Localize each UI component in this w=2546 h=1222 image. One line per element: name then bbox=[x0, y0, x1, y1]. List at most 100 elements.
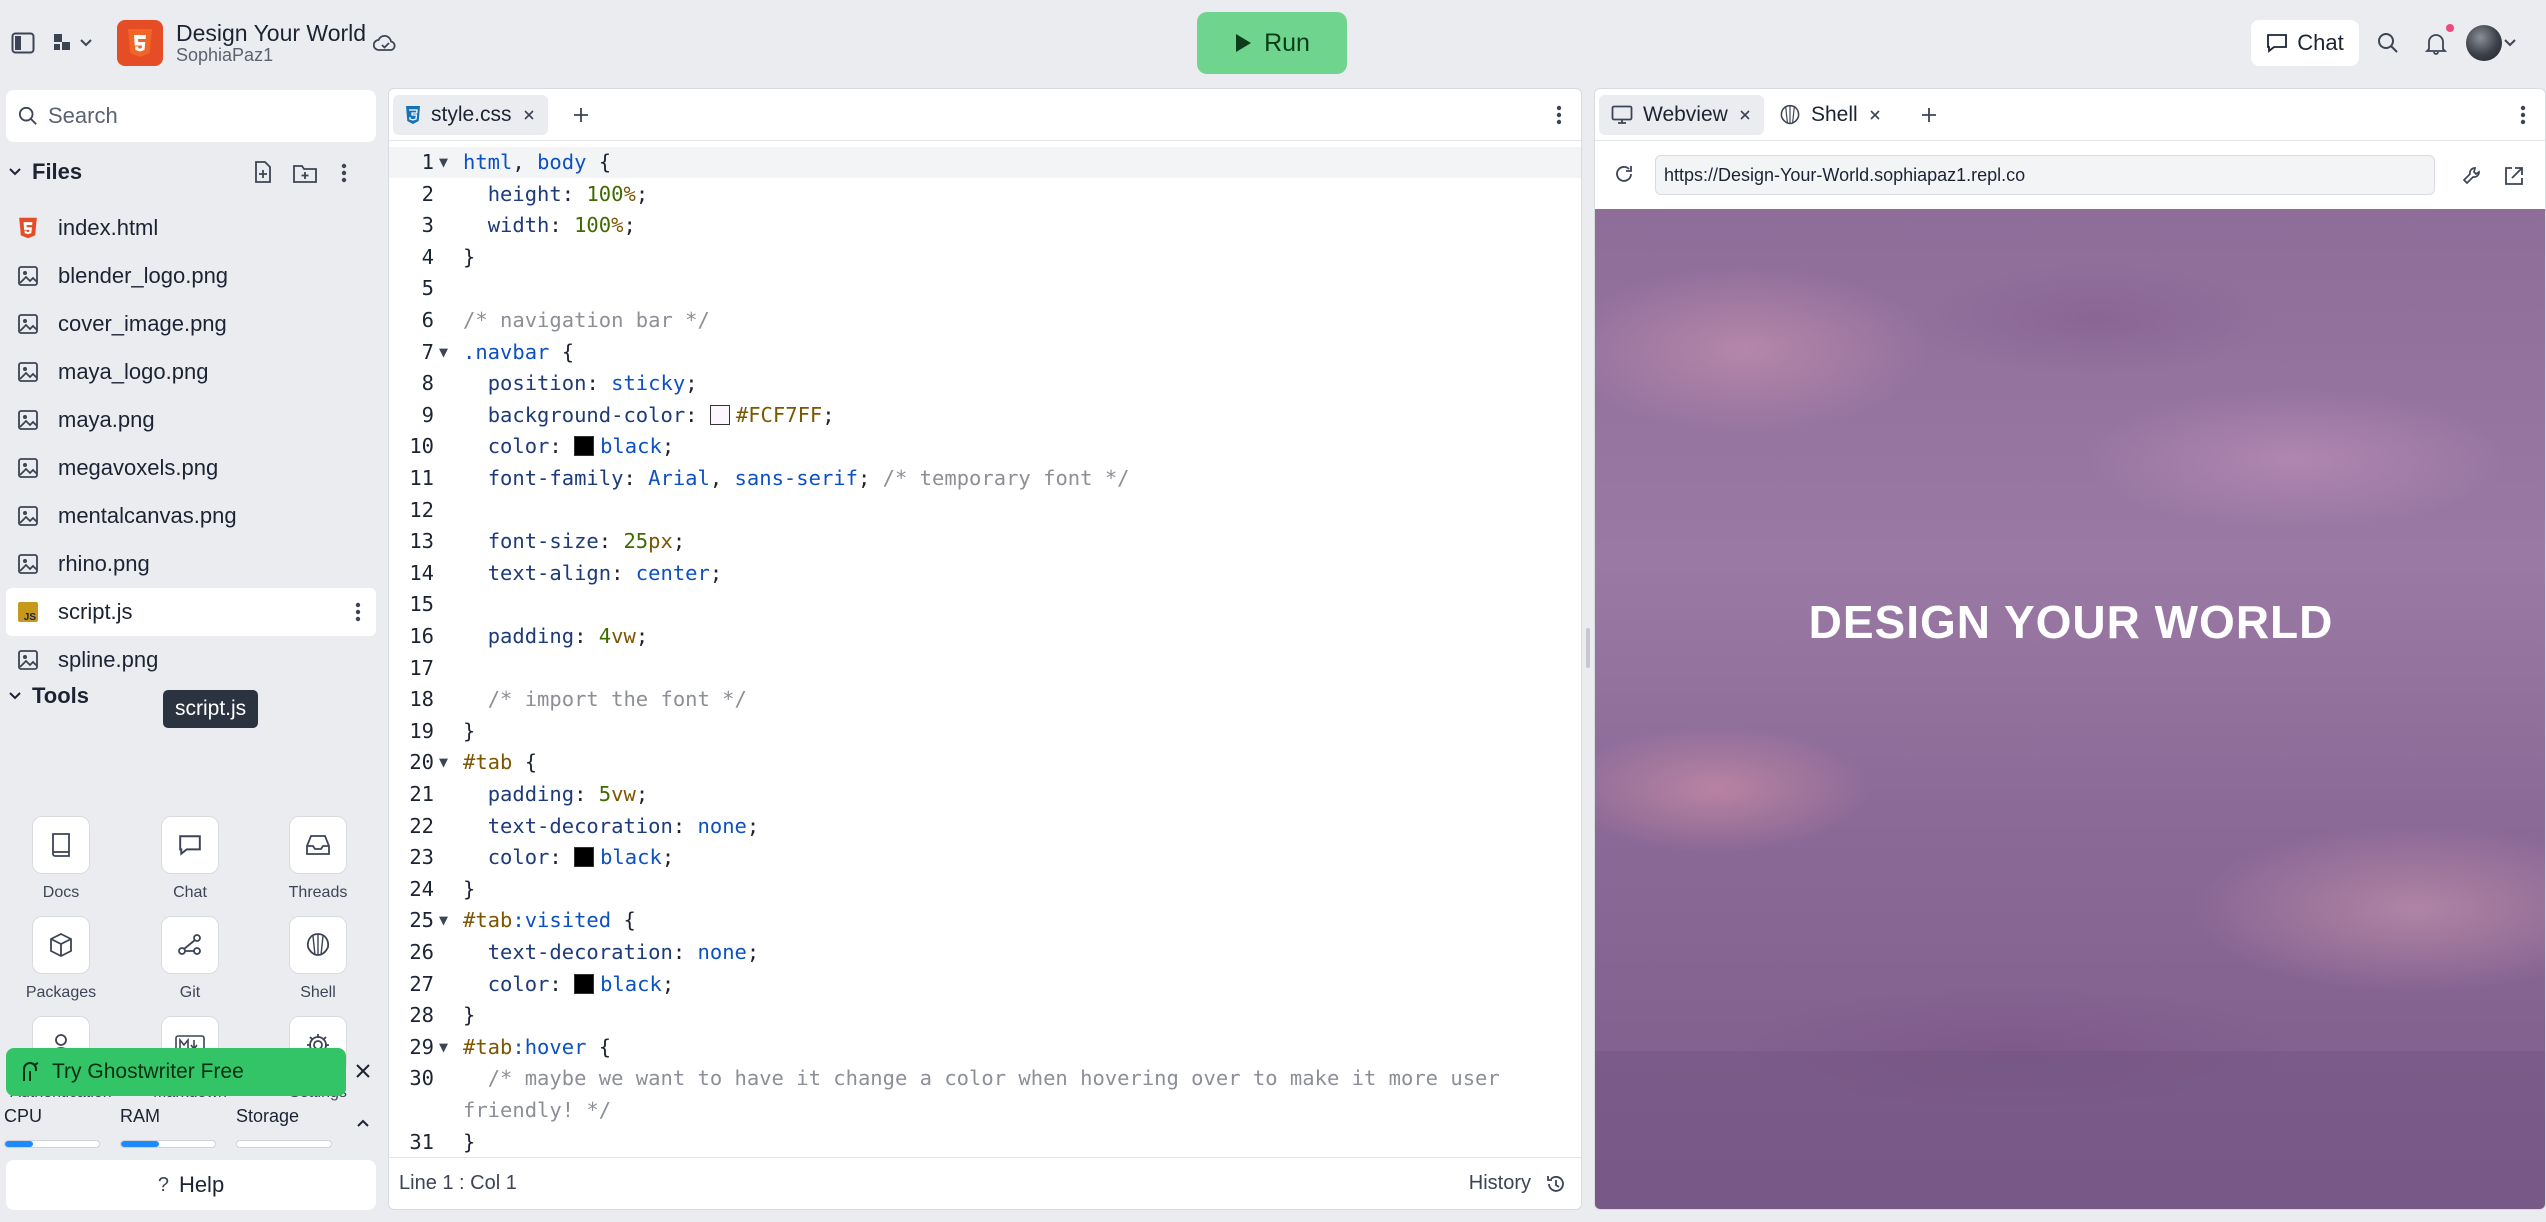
file-item-script-js[interactable]: JS script.js bbox=[6, 588, 376, 636]
code-area[interactable]: 1 ▼ html, body {2 height: 100%; 3 width: 10… bbox=[389, 147, 1581, 1154]
code-line[interactable]: friendly! */ bbox=[389, 1095, 1581, 1126]
code-line[interactable]: 2 height: 100%; bbox=[389, 179, 1581, 210]
close-icon[interactable] bbox=[522, 108, 536, 122]
tool-git[interactable]: Git bbox=[130, 916, 250, 1002]
code-line[interactable]: 11 font-family: Arial, sans-serif; /* te… bbox=[389, 463, 1581, 494]
help-button[interactable]: ? Help bbox=[6, 1160, 376, 1210]
code-line[interactable]: 30 /* maybe we want to have it change a … bbox=[389, 1063, 1581, 1094]
tool-packages[interactable]: Packages bbox=[1, 916, 121, 1002]
file-more-icon[interactable] bbox=[354, 601, 362, 623]
code-line[interactable]: 4} bbox=[389, 242, 1581, 273]
tools-section-header[interactable]: Tools bbox=[0, 676, 382, 716]
code-line[interactable]: 12 bbox=[389, 495, 1581, 526]
code-line[interactable]: 9 background-color: #FCF7FF; bbox=[389, 400, 1581, 431]
cursor-position[interactable]: Line 1 : Col 1 bbox=[399, 1172, 517, 1195]
tool-shell[interactable]: Shell bbox=[258, 916, 378, 1002]
tab-webview[interactable]: Webview bbox=[1599, 95, 1764, 135]
code-line[interactable]: 28} bbox=[389, 1000, 1581, 1031]
history-button[interactable]: History bbox=[1469, 1172, 1531, 1195]
new-file-icon[interactable] bbox=[252, 160, 274, 184]
webview-frame[interactable]: DESIGN YOUR WORLD bbox=[1595, 209, 2545, 1209]
fold-arrow-icon[interactable]: ▼ bbox=[439, 337, 448, 368]
workspace-menu-icon[interactable] bbox=[50, 28, 96, 58]
code-line[interactable]: 15 bbox=[389, 589, 1581, 620]
fold-arrow-icon[interactable]: ▼ bbox=[439, 1032, 448, 1063]
tab-shell[interactable]: Shell bbox=[1767, 95, 1894, 135]
code-line[interactable]: 7 ▼ .navbar { bbox=[389, 337, 1581, 368]
editor-more-icon[interactable] bbox=[1555, 104, 1563, 126]
file-item-index-html[interactable]: index.html bbox=[6, 204, 376, 252]
ram-usage-bar[interactable] bbox=[120, 1140, 216, 1148]
close-icon[interactable] bbox=[354, 1062, 372, 1080]
refresh-icon[interactable] bbox=[1613, 163, 1635, 185]
code-line[interactable]: 18 /* import the font */ bbox=[389, 684, 1581, 715]
code-line[interactable]: 14 text-align: center; bbox=[389, 558, 1581, 589]
file-item-mentalcanvas[interactable]: mentalcanvas.png bbox=[6, 492, 376, 540]
fold-arrow-icon[interactable]: ▼ bbox=[439, 905, 448, 936]
tool-docs[interactable]: Docs bbox=[1, 816, 121, 902]
file-item-maya[interactable]: maya.png bbox=[6, 396, 376, 444]
close-icon[interactable] bbox=[1738, 108, 1752, 122]
fold-arrow-icon[interactable]: ▼ bbox=[439, 147, 448, 178]
code-line[interactable]: 10 color: black; bbox=[389, 431, 1581, 462]
code-line[interactable]: 20 ▼ #tab { bbox=[389, 747, 1581, 778]
tool-threads[interactable]: Threads bbox=[258, 816, 378, 902]
cloud-sync-icon[interactable] bbox=[370, 28, 400, 58]
code-line[interactable]: 24} bbox=[389, 874, 1581, 905]
file-item-blender-logo[interactable]: blender_logo.png bbox=[6, 252, 376, 300]
tab-style-css[interactable]: style.css bbox=[393, 95, 548, 135]
files-more-icon[interactable] bbox=[340, 162, 348, 184]
code-line[interactable]: 31} bbox=[389, 1127, 1581, 1158]
new-tab-button[interactable] bbox=[559, 95, 603, 135]
wrench-icon[interactable] bbox=[2461, 165, 2483, 187]
code-line[interactable]: 6 /* navigation bar */ bbox=[389, 305, 1581, 336]
chevron-down-icon[interactable] bbox=[2500, 28, 2520, 58]
code-line[interactable]: 5 bbox=[389, 273, 1581, 304]
code-line[interactable]: 26 text-decoration: none; bbox=[389, 937, 1581, 968]
code-line[interactable]: 13 font-size: 25px; bbox=[389, 526, 1581, 557]
code-line[interactable]: 19} bbox=[389, 716, 1581, 747]
code-line[interactable]: 17 bbox=[389, 653, 1581, 684]
code-line[interactable]: 3 width: 100%; bbox=[389, 210, 1581, 241]
run-button[interactable]: Run bbox=[1197, 12, 1347, 74]
code-line[interactable]: 25 ▼ #tab:visited { bbox=[389, 905, 1581, 936]
sidebar-toggle-icon[interactable] bbox=[8, 28, 38, 58]
code-line[interactable]: 23 color: black; bbox=[389, 842, 1581, 873]
chevron-up-icon[interactable] bbox=[356, 1118, 370, 1128]
code-line[interactable]: 8 position: sticky; bbox=[389, 368, 1581, 399]
chat-button[interactable]: Chat bbox=[2251, 20, 2359, 66]
app-title[interactable]: Design Your World bbox=[176, 20, 366, 47]
new-tab-button[interactable] bbox=[1907, 95, 1951, 135]
code-line[interactable]: 1 ▼ html, body { bbox=[389, 147, 1581, 178]
file-item-maya-logo[interactable]: maya_logo.png bbox=[6, 348, 376, 396]
file-item-megavoxels[interactable]: megavoxels.png bbox=[6, 444, 376, 492]
open-new-window-icon[interactable] bbox=[2503, 165, 2525, 187]
files-section-header[interactable]: Files bbox=[0, 152, 382, 192]
file-item-cover-image[interactable]: cover_image.png bbox=[6, 300, 376, 348]
bell-icon[interactable] bbox=[2421, 28, 2451, 58]
fold-arrow-icon[interactable]: ▼ bbox=[439, 747, 448, 778]
color-swatch[interactable] bbox=[709, 404, 730, 425]
search-input[interactable]: Search bbox=[6, 90, 376, 142]
ghostwriter-button[interactable]: Try Ghostwriter Free bbox=[6, 1048, 346, 1096]
color-swatch[interactable] bbox=[574, 973, 595, 994]
file-item-rhino[interactable]: rhino.png bbox=[6, 540, 376, 588]
color-swatch[interactable] bbox=[574, 436, 595, 457]
close-icon[interactable] bbox=[1868, 108, 1882, 122]
preview-more-icon[interactable] bbox=[2519, 104, 2527, 126]
code-line[interactable]: 22 text-decoration: none; bbox=[389, 811, 1581, 842]
history-icon[interactable] bbox=[1545, 1173, 1567, 1195]
code-line[interactable]: 29 ▼ #tab:hover { bbox=[389, 1032, 1581, 1063]
pane-resize-handle[interactable] bbox=[1586, 628, 1590, 668]
cpu-usage-bar[interactable] bbox=[4, 1140, 100, 1148]
search-icon[interactable] bbox=[2373, 28, 2403, 58]
storage-usage-bar[interactable] bbox=[236, 1140, 332, 1148]
app-owner[interactable]: SophiaPaz1 bbox=[176, 45, 273, 66]
avatar[interactable] bbox=[2466, 25, 2502, 61]
code-line[interactable]: 21 padding: 5vw; bbox=[389, 779, 1581, 810]
code-line[interactable]: 16 padding: 4vw; bbox=[389, 621, 1581, 652]
code-line[interactable]: 27 color: black; bbox=[389, 969, 1581, 1000]
tool-chat[interactable]: Chat bbox=[130, 816, 250, 902]
new-folder-icon[interactable] bbox=[292, 162, 318, 184]
url-bar[interactable]: https://Design-Your-World.sophiapaz1.rep… bbox=[1655, 155, 2435, 195]
